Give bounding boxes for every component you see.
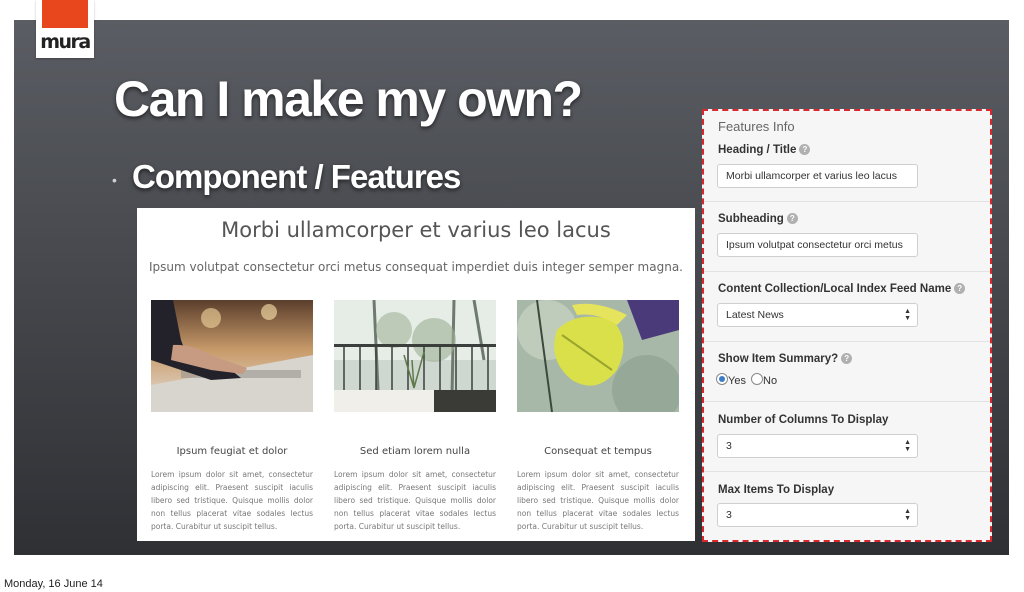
- feature-card: Consequat et tempus Lorem ipsum dolor si…: [517, 300, 679, 533]
- subheading-label-text: Subheading: [718, 213, 784, 225]
- columns-select-value: 3: [726, 440, 732, 452]
- leaf-photo: [517, 300, 679, 412]
- slide-date: Monday, 16 June 14: [4, 578, 103, 590]
- card-text: Lorem ipsum dolor sit amet, consectetur …: [151, 470, 313, 531]
- feed-select[interactable]: Latest News ▲ ▼: [717, 303, 918, 327]
- features-info-panel: Features Info Heading / Title? Morbi ull…: [702, 109, 992, 542]
- card-title: Ipsum feugiat et dolor: [176, 446, 288, 457]
- divider: [704, 471, 990, 472]
- select-arrows-icon: ▲ ▼: [904, 308, 911, 322]
- feed-label: Content Collection/Local Index Feed Name…: [718, 283, 966, 295]
- max-items-select-value: 3: [726, 509, 732, 521]
- summary-label-text: Show Item Summary?: [718, 353, 839, 365]
- help-icon[interactable]: ?: [841, 353, 853, 364]
- divider: [704, 341, 990, 342]
- select-arrows-icon: ▲ ▼: [904, 439, 911, 453]
- help-icon[interactable]: ?: [954, 283, 966, 294]
- card-title: Sed etiam lorem nulla: [359, 446, 471, 457]
- divider: [704, 201, 990, 202]
- preview-subtitle: Ipsum volutpat consectetur orci metus co…: [148, 260, 683, 274]
- balcony-photo: [334, 300, 496, 412]
- help-icon[interactable]: ?: [786, 213, 798, 224]
- columns-label: Number of Columns To Display: [718, 414, 889, 426]
- card-text: Lorem ipsum dolor sit amet, consectetur …: [334, 470, 496, 531]
- max-items-label: Max Items To Display: [718, 484, 835, 496]
- summary-radio-group: Yes No: [716, 373, 777, 387]
- feed-select-value: Latest News: [726, 309, 784, 321]
- mixer-photo: [151, 300, 313, 412]
- mura-logo: mura: [36, 0, 94, 58]
- features-preview: Morbi ullamcorper et varius leo lacus Ip…: [137, 208, 695, 541]
- slide-title: Can I make my own?: [114, 71, 583, 127]
- bullet-dot: •: [112, 172, 117, 188]
- subheading-input[interactable]: Ipsum volutpat consectetur orci metus: [717, 233, 918, 257]
- card-title: Consequat et tempus: [544, 446, 652, 457]
- bullet-text: Component / Features: [132, 158, 461, 195]
- summary-label: Show Item Summary??: [718, 353, 853, 365]
- divider: [704, 271, 990, 272]
- summary-yes-radio[interactable]: [716, 373, 728, 385]
- heading-input[interactable]: Morbi ullamcorper et varius leo lacus: [717, 164, 918, 188]
- divider: [704, 401, 990, 402]
- preview-title: Morbi ullamcorper et varius leo lacus: [221, 218, 611, 242]
- card-text: Lorem ipsum dolor sit amet, consectetur …: [517, 470, 679, 531]
- logo-text: mura: [40, 31, 91, 53]
- summary-no-label: No: [763, 375, 778, 387]
- subheading-label: Subheading?: [718, 213, 798, 225]
- feature-card: Sed etiam lorem nulla Lorem ipsum dolor …: [334, 300, 496, 533]
- heading-label: Heading / Title?: [718, 144, 811, 156]
- summary-yes-label: Yes: [728, 375, 746, 387]
- select-arrows-icon: ▲ ▼: [904, 508, 911, 522]
- logo-tab: [42, 0, 88, 28]
- summary-no-radio[interactable]: [751, 373, 764, 385]
- heading-label-text: Heading / Title: [718, 144, 797, 156]
- feature-card: Ipsum feugiat et dolor Lorem ipsum dolor…: [151, 300, 313, 533]
- help-icon[interactable]: ?: [799, 144, 811, 155]
- max-items-select[interactable]: 3 ▲ ▼: [717, 503, 918, 527]
- panel-header: Features Info: [718, 119, 795, 134]
- columns-select[interactable]: 3 ▲ ▼: [717, 434, 918, 458]
- feed-label-text: Content Collection/Local Index Feed Name: [718, 283, 952, 295]
